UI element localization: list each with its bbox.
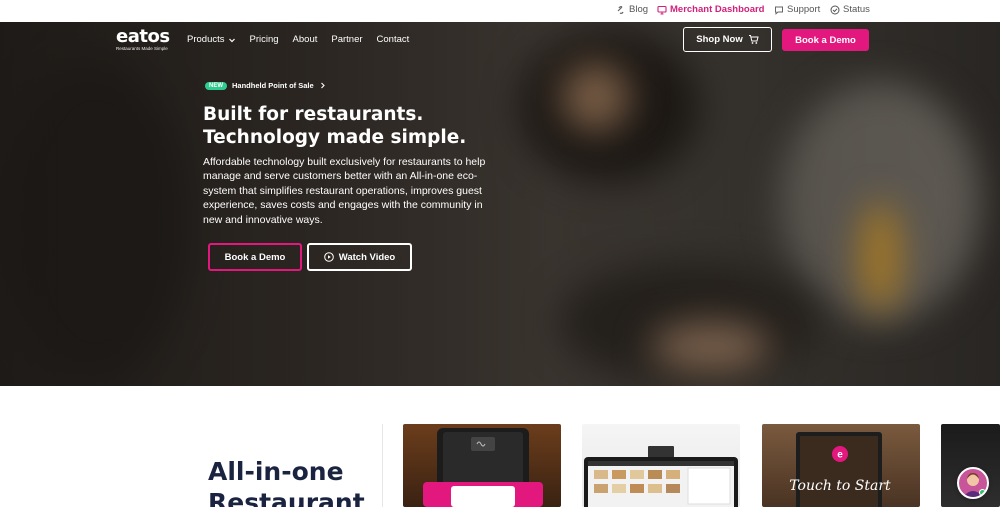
kiosk-illustration: e Touch to Start	[789, 432, 891, 507]
nav-contact[interactable]: Contact	[377, 34, 410, 45]
nav-partner[interactable]: Partner	[331, 34, 362, 45]
hero-headline: Built for restaurants. Technology made s…	[203, 103, 466, 149]
product-card-pos-terminal[interactable]	[582, 424, 740, 507]
blog-link[interactable]: Blog	[616, 4, 648, 15]
chat-bubble-icon	[775, 6, 783, 15]
nav-pricing[interactable]: Pricing	[250, 34, 279, 45]
logo-wordmark: eatos	[116, 26, 170, 47]
watch-video-button[interactable]: Watch Video	[307, 243, 412, 271]
new-badge: NEW	[205, 81, 227, 90]
pos-terminal-illustration	[584, 446, 738, 507]
play-circle-icon	[323, 252, 334, 262]
chevron-right-icon	[320, 82, 325, 89]
status-link[interactable]: Status	[830, 4, 870, 15]
cart-icon	[748, 35, 759, 44]
announcement-text: Handheld Point of Sale	[232, 81, 314, 90]
merchant-dashboard-link[interactable]: Merchant Dashboard	[657, 4, 765, 15]
product-card-handheld-pos[interactable]	[403, 424, 561, 507]
handheld-pos-illustration	[423, 428, 543, 507]
status-label: Status	[843, 4, 870, 15]
support-link[interactable]: Support	[774, 4, 820, 15]
eatos-logo[interactable]: eatos Restaurants Made Simple	[116, 26, 170, 52]
book-demo-button-hero[interactable]: Book a Demo	[208, 243, 302, 271]
utility-bar: Blog Merchant Dashboard Support Status	[0, 0, 1000, 22]
section-divider	[382, 424, 383, 507]
headline-line-1: Built for restaurants.	[203, 104, 424, 125]
chat-widget-avatar[interactable]	[957, 467, 989, 499]
product-card-kiosk[interactable]: e Touch to Start	[762, 424, 920, 507]
shop-now-button[interactable]: Shop Now	[683, 27, 772, 52]
section-heading-line-1: All-in-one	[208, 457, 344, 486]
logo-tagline: Restaurants Made Simple	[116, 46, 168, 51]
new-product-announcement[interactable]: NEW Handheld Point of Sale	[205, 81, 326, 90]
headline-line-2: Technology made simple.	[203, 127, 467, 148]
chevron-down-icon	[228, 38, 235, 42]
book-demo-button-header[interactable]: Book a Demo	[782, 29, 869, 51]
nav-contact-label: Contact	[376, 34, 410, 45]
hero-banner: eatos Restaurants Made Simple Products P…	[0, 22, 1000, 386]
monitor-icon	[657, 5, 667, 15]
check-circle-icon	[830, 5, 840, 14]
book-demo-label: Book a Demo	[224, 251, 286, 263]
nav-partner-label: Partner	[331, 34, 363, 45]
shop-now-label: Shop Now	[696, 34, 743, 45]
nav-pricing-label: Pricing	[249, 34, 279, 45]
link-icon	[617, 5, 624, 14]
section-heading-line-2: Restaurant	[208, 488, 365, 507]
main-nav: Products Pricing About Partner Contact	[187, 34, 409, 45]
watch-video-label: Watch Video	[338, 251, 396, 263]
nav-about-label: About	[292, 34, 318, 45]
hero-overlay	[0, 22, 1000, 386]
nav-products[interactable]: Products	[187, 34, 236, 45]
online-status-dot	[979, 489, 986, 496]
blog-label: Blog	[629, 4, 649, 15]
svg-text:e: e	[837, 450, 843, 461]
kiosk-screen-text: Touch to Start	[789, 478, 891, 494]
section-heading: All-in-one Restaurant	[208, 456, 365, 507]
support-label: Support	[787, 4, 821, 15]
nav-about[interactable]: About	[293, 34, 318, 45]
merchant-dashboard-label: Merchant Dashboard	[670, 4, 765, 15]
hero-description: Affordable technology built exclusively …	[203, 156, 486, 226]
nav-products-label: Products	[187, 34, 225, 45]
